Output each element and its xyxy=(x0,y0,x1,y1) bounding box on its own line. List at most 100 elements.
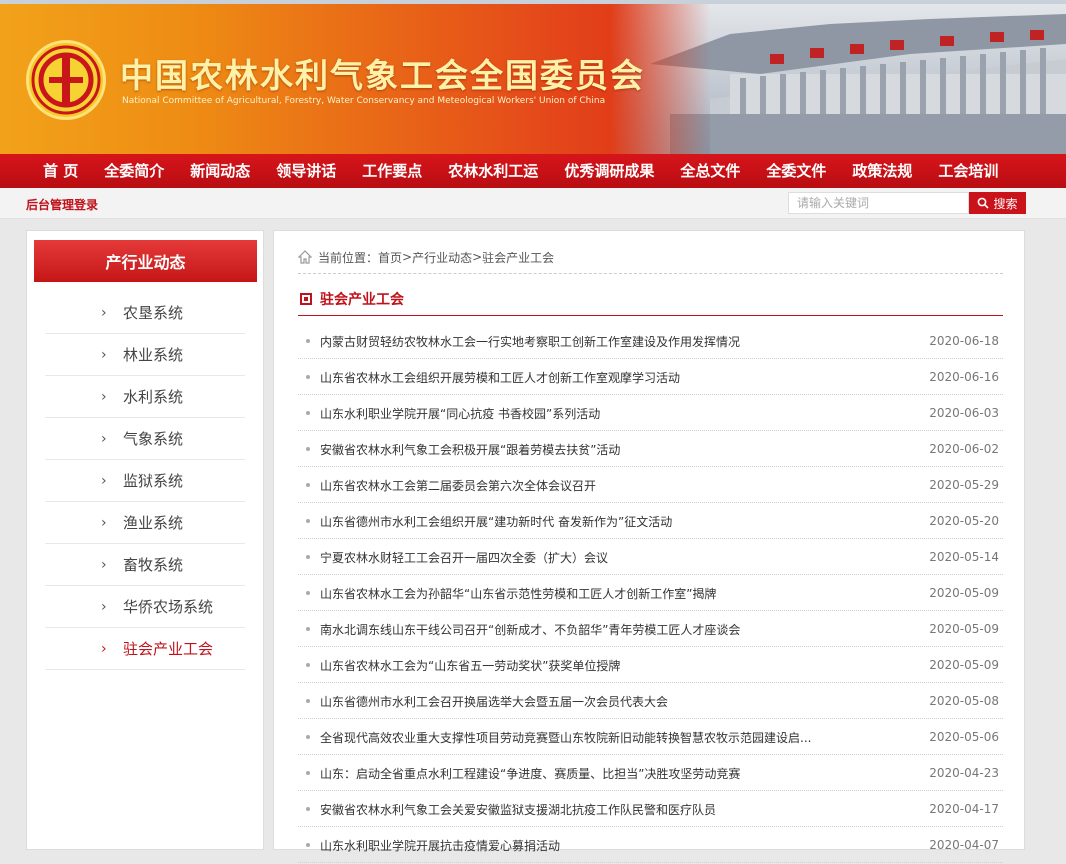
sidebar-item-fishery[interactable]: › 渔业系统 xyxy=(45,503,245,544)
nav-item-home[interactable]: 首 页 xyxy=(30,154,91,188)
chevron-right-icon: › xyxy=(101,473,107,489)
list-item[interactable]: 山东省农林水工会为孙韶华“山东省示范性劳模和工匠人才创新工作室”揭牌 2020-0… xyxy=(298,576,1003,611)
chevron-right-icon: › xyxy=(101,557,107,573)
breadcrumb-prefix: 当前位置： xyxy=(318,250,379,265)
list-item[interactable]: 山东水利职业学院开展抗击疫情爱心募捐活动 2020-04-07 xyxy=(298,828,1003,863)
sidebar-item-label: 气象系统 xyxy=(123,430,184,448)
article-title[interactable]: 山东省农林水工会为孙韶华“山东省示范性劳模和工匠人才创新工作室”揭牌 xyxy=(320,585,919,602)
article-date: 2020-06-18 xyxy=(929,334,999,348)
sidebar-item-label: 驻会产业工会 xyxy=(123,640,214,658)
sidebar-item-label: 畜牧系统 xyxy=(123,556,184,574)
list-item[interactable]: 宁夏农林水财轻工工会召开一届四次全委（扩大）会议 2020-05-14 xyxy=(298,540,1003,575)
list-item[interactable]: 安徽省农林水利气象工会关爱安徽监狱支援湖北抗疫工作队民警和医疗队员 2020-04… xyxy=(298,792,1003,827)
sidebar-item-label: 华侨农场系统 xyxy=(123,598,214,616)
article-title[interactable]: 内蒙古财贸轻纺农牧林水工会一行实地考察职工创新工作室建设及作用发挥情况 xyxy=(320,333,919,350)
article-title[interactable]: 山东水利职业学院开展“同心抗疫 书香校园”系列活动 xyxy=(320,405,919,422)
bullet-dot-icon xyxy=(306,339,310,343)
bullet-dot-icon xyxy=(306,663,310,667)
list-item[interactable]: 山东省德州市水利工会召开换届选举大会暨五届一次会员代表大会 2020-05-08 xyxy=(298,684,1003,719)
article-date: 2020-06-16 xyxy=(929,370,999,384)
bullet-dot-icon xyxy=(306,627,310,631)
sidebar-title: 产行业动态 xyxy=(34,240,257,282)
list-item[interactable]: 山东水利职业学院开展“同心抗疫 书香校园”系列活动 2020-06-03 xyxy=(298,396,1003,431)
list-item[interactable]: 山东：启动全省重点水利工程建设“争进度、赛质量、比担当”决胜攻坚劳动竞赛 2020… xyxy=(298,756,1003,791)
sidebar-item-forestry[interactable]: › 林业系统 xyxy=(45,335,245,376)
article-title[interactable]: 全省现代高效农业重大支撑性项目劳动竞赛暨山东牧院新旧动能转换智慧农牧示范园建设启… xyxy=(320,729,919,746)
list-item[interactable]: 内蒙古财贸轻纺农牧林水工会一行实地考察职工创新工作室建设及作用发挥情况 2020-… xyxy=(298,324,1003,359)
article-title[interactable]: 安徽省农林水利气象工会关爱安徽监狱支援湖北抗疫工作队民警和医疗队员 xyxy=(320,801,919,818)
list-item[interactable]: 山东省农林水工会为“山东省五一劳动奖状”获奖单位授牌 2020-05-09 xyxy=(298,648,1003,683)
section-title: 驻会产业工会 xyxy=(320,292,404,308)
nav-item-research[interactable]: 优秀调研成果 xyxy=(551,154,667,188)
sidebar-item-nongken[interactable]: › 农垦系统 xyxy=(45,293,245,334)
list-item[interactable]: 山东省德州市水利工会组织开展“建功新时代 奋发新作为”征文活动 2020-05-2… xyxy=(298,504,1003,539)
main-nav: 首 页 全委简介 新闻动态 领导讲话 工作要点 农林水利工运 优秀调研成果 全总… xyxy=(0,154,1066,188)
main-content: 当前位置： 首页 > 产行业动态 > 驻会产业工会 驻会产业工会 内蒙古财贸轻纺… xyxy=(273,230,1025,863)
article-date: 2020-05-09 xyxy=(929,586,999,600)
article-title[interactable]: 山东省农林水工会为“山东省五一劳动奖状”获奖单位授牌 xyxy=(320,657,919,674)
list-item[interactable]: 全省现代高效农业重大支撑性项目劳动竞赛暨山东牧院新旧动能转换智慧农牧示范园建设启… xyxy=(298,720,1003,755)
nav-item-training[interactable]: 工会培训 xyxy=(925,154,1011,188)
article-title[interactable]: 山东省农林水工会组织开展劳模和工匠人才创新工作室观摩学习活动 xyxy=(320,369,919,386)
sidebar-list: › 农垦系统 › 林业系统 › 水利系统 › 气象系统 › 监狱系统 › 渔业系统 › 畜牧系… xyxy=(45,293,245,671)
sidebar: 产行业动态 › 农垦系统 › 林业系统 › 水利系统 › 气象系统 › 监狱系统 › 渔业系… xyxy=(26,230,264,850)
list-item[interactable]: 山东省农林水工会组织开展劳模和工匠人才创新工作室观摩学习活动 2020-06-16 xyxy=(298,360,1003,395)
list-item[interactable]: 南水北调东线山东干线公司召开“创新成才、不负韶华”青年劳模工匠人才座谈会 2020… xyxy=(298,612,1003,647)
breadcrumb-home[interactable]: 首页 xyxy=(378,249,402,266)
sidebar-item-water[interactable]: › 水利系统 xyxy=(45,377,245,418)
article-title[interactable]: 南水北调东线山东干线公司召开“创新成才、不负韶华”青年劳模工匠人才座谈会 xyxy=(320,621,919,638)
list-item[interactable]: 山东省农林水工会第二届委员会第六次全体会议召开 2020-05-29 xyxy=(298,468,1003,503)
sidebar-item-label: 监狱系统 xyxy=(123,472,184,490)
nav-item-policies[interactable]: 政策法规 xyxy=(839,154,925,188)
nav-item-work-points[interactable]: 工作要点 xyxy=(349,154,435,188)
article-title[interactable]: 山东省农林水工会第二届委员会第六次全体会议召开 xyxy=(320,477,919,494)
article-list: 内蒙古财贸轻纺农牧林水工会一行实地考察职工创新工作室建设及作用发挥情况 2020-… xyxy=(298,324,1003,864)
sidebar-item-livestock[interactable]: › 畜牧系统 xyxy=(45,545,245,586)
utility-bar: 后台管理登录 搜索 xyxy=(0,188,1066,219)
chevron-right-icon: › xyxy=(101,305,107,321)
bullet-dot-icon xyxy=(306,807,310,811)
nav-item-speeches[interactable]: 领导讲话 xyxy=(263,154,349,188)
nav-item-about[interactable]: 全委简介 xyxy=(91,154,177,188)
sidebar-item-overseas-farms[interactable]: › 华侨农场系统 xyxy=(45,587,245,628)
bullet-dot-icon xyxy=(306,771,310,775)
chevron-right-icon: › xyxy=(101,515,107,531)
sidebar-item-label: 渔业系统 xyxy=(123,514,184,532)
list-item[interactable]: 安徽省农林水利气象工会积极开展“跟着劳模去扶贫”活动 2020-06-02 xyxy=(298,432,1003,467)
article-title[interactable]: 宁夏农林水财轻工工会召开一届四次全委（扩大）会议 xyxy=(320,549,919,566)
nav-item-committee-docs[interactable]: 全委文件 xyxy=(753,154,839,188)
article-date: 2020-05-20 xyxy=(929,514,999,528)
article-date: 2020-06-02 xyxy=(929,442,999,456)
article-date: 2020-05-09 xyxy=(929,658,999,672)
chevron-right-icon: › xyxy=(101,641,107,657)
breadcrumb-category[interactable]: 产行业动态 xyxy=(412,249,472,266)
search-icon xyxy=(978,197,990,209)
article-date: 2020-05-06 xyxy=(929,730,999,744)
search-button-label: 搜索 xyxy=(993,196,1018,211)
bullet-dot-icon xyxy=(306,555,310,559)
article-title[interactable]: 山东：启动全省重点水利工程建设“争进度、赛质量、比担当”决胜攻坚劳动竞赛 xyxy=(320,765,919,782)
nav-item-acftu-docs[interactable]: 全总文件 xyxy=(667,154,753,188)
breadcrumb-current[interactable]: 驻会产业工会 xyxy=(482,249,554,266)
admin-login-link[interactable]: 后台管理登录 xyxy=(26,196,98,213)
sidebar-item-resident-unions[interactable]: › 驻会产业工会 xyxy=(45,629,245,670)
search-input[interactable] xyxy=(788,192,969,214)
bullet-dot-icon xyxy=(306,735,310,739)
bullet-dot-icon xyxy=(306,483,310,487)
chevron-right-icon: › xyxy=(101,431,107,447)
sidebar-item-prison[interactable]: › 监狱系统 xyxy=(45,461,245,502)
banner-dam-photo xyxy=(610,4,1066,154)
sidebar-item-meteorology[interactable]: › 气象系统 xyxy=(45,419,245,460)
home-icon xyxy=(298,250,312,264)
nav-item-news[interactable]: 新闻动态 xyxy=(177,154,263,188)
article-title[interactable]: 山东省德州市水利工会组织开展“建功新时代 奋发新作为”征文活动 xyxy=(320,513,919,530)
breadcrumb: 当前位置： 首页 > 产行业动态 > 驻会产业工会 xyxy=(298,241,1003,274)
chevron-right-icon: › xyxy=(101,389,107,405)
bullet-dot-icon xyxy=(306,447,310,451)
search-button[interactable]: 搜索 xyxy=(969,192,1026,214)
article-title[interactable]: 山东省德州市水利工会召开换届选举大会暨五届一次会员代表大会 xyxy=(320,693,919,710)
article-title[interactable]: 山东水利职业学院开展抗击疫情爱心募捐活动 xyxy=(320,837,919,854)
nav-item-labor-movement[interactable]: 农林水利工运 xyxy=(435,154,551,188)
sidebar-item-label: 农垦系统 xyxy=(123,304,184,322)
article-title[interactable]: 安徽省农林水利气象工会积极开展“跟着劳模去扶贫”活动 xyxy=(320,441,919,458)
